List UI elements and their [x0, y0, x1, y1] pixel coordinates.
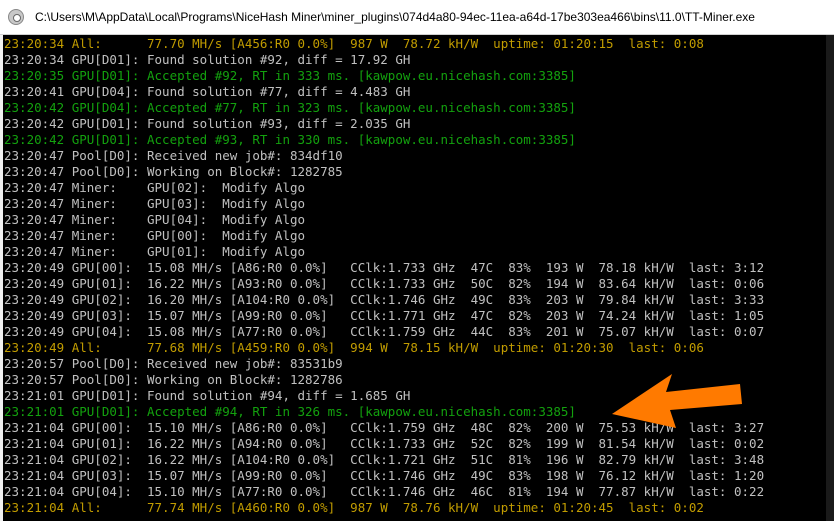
console-line: 23:20:34 All: 77.70 MH/s [A456:R0 0.0%] … [4, 36, 704, 51]
console-line: 23:20:49 GPU[02]: 16.20 MH/s [A104:R0 0.… [4, 292, 765, 307]
console-line: 23:20:49 GPU[04]: 15.08 MH/s [A77:R0 0.0… [4, 324, 765, 339]
console-line: 23:20:47 Miner: GPU[01]: Modify Algo [4, 244, 306, 259]
title-bar[interactable]: C:\Users\M\AppData\Local\Programs\NiceHa… [0, 0, 834, 35]
console-line: 23:21:04 GPU[03]: 15.07 MH/s [A99:R0 0.0… [4, 468, 765, 483]
console-line: 23:20:49 GPU[00]: 15.08 MH/s [A86:R0 0.0… [4, 260, 765, 275]
terminal-window: C:\Users\M\AppData\Local\Programs\NiceHa… [0, 0, 834, 521]
scrollbar-track[interactable] [826, 35, 834, 521]
console-line: 23:20:34 GPU[D01]: Found solution #92, d… [4, 52, 411, 67]
console-line: 23:20:47 Pool[D0]: Working on Block#: 12… [4, 164, 343, 179]
console-line: 23:20:47 Miner: GPU[04]: Modify Algo [4, 212, 306, 227]
app-icon[interactable] [8, 9, 24, 25]
console-line: 23:20:47 Miner: GPU[02]: Modify Algo [4, 180, 306, 195]
console-line: 23:21:04 All: 77.74 MH/s [A460:R0 0.0%] … [4, 500, 704, 515]
annotation-arrow-icon [612, 374, 742, 428]
console-line: 23:20:49 All: 77.68 MH/s [A459:R0 0.0%] … [4, 340, 704, 355]
console-line: 23:20:41 GPU[D04]: Found solution #77, d… [4, 84, 411, 99]
console-line: 23:21:04 GPU[04]: 15.10 MH/s [A77:R0 0.0… [4, 484, 765, 499]
console-line: 23:20:42 GPU[D01]: Found solution #93, d… [4, 116, 411, 131]
window-left-edge [0, 35, 3, 521]
console-line: 23:20:35 GPU[D01]: Accepted #92, RT in 3… [4, 68, 576, 83]
console-line: 23:20:47 Pool[D0]: Received new job#: 83… [4, 148, 343, 163]
console-line: 23:20:42 GPU[D01]: Accepted #93, RT in 3… [4, 132, 576, 147]
console-line: 23:21:04 GPU[02]: 16.22 MH/s [A104:R0 0.… [4, 452, 765, 467]
console-line: 23:20:47 Miner: GPU[03]: Modify Algo [4, 196, 306, 211]
window-title: C:\Users\M\AppData\Local\Programs\NiceHa… [35, 10, 755, 24]
console-line: 23:20:42 GPU[D04]: Accepted #77, RT in 3… [4, 100, 576, 115]
console-line: 23:20:49 GPU[01]: 16.22 MH/s [A93:R0 0.0… [4, 276, 765, 291]
console-line: 23:20:49 GPU[03]: 15.07 MH/s [A99:R0 0.0… [4, 308, 765, 323]
console-line: 23:20:47 Miner: GPU[00]: Modify Algo [4, 228, 306, 243]
console-output[interactable]: 23:20:34 All: 77.70 MH/s [A456:R0 0.0%] … [4, 36, 824, 521]
